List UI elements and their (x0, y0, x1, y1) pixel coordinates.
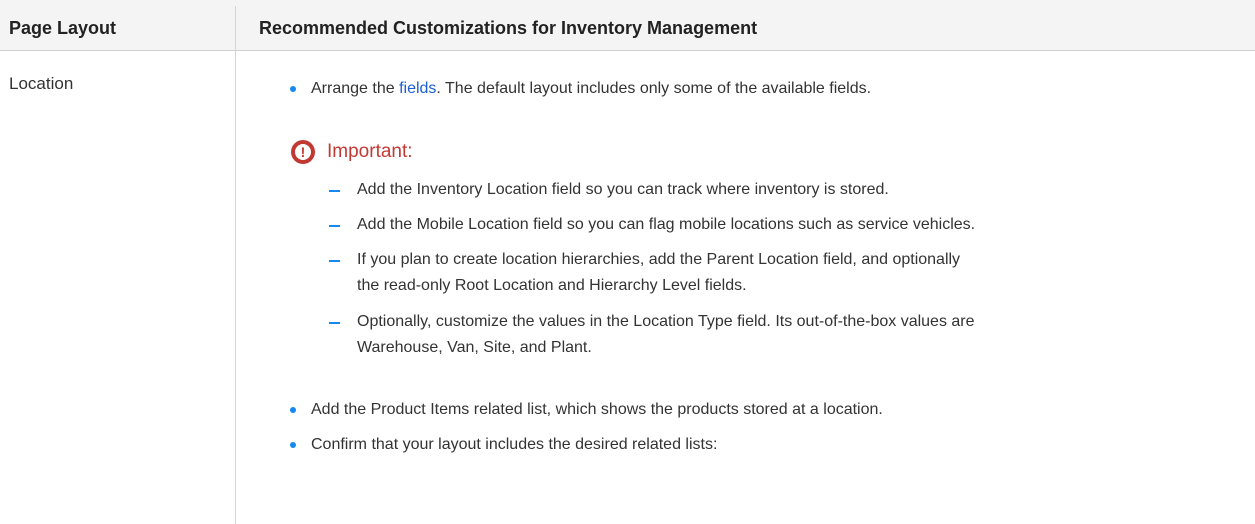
important-item: Optionally, customize the values in the … (357, 313, 975, 330)
page-layout-cell: Location (9, 74, 74, 93)
important-item-continued: the read-only Root Location and Hierarch… (357, 277, 747, 294)
fields-link[interactable]: fields (399, 80, 436, 97)
important-item: Add the Inventory Location field so you … (357, 181, 889, 198)
column-divider (235, 6, 236, 524)
important-item-continued: Warehouse, Van, Site, and Plant. (357, 339, 592, 356)
bullet-text-suffix: . The default layout includes only some … (436, 80, 872, 97)
bullet-text-arrange-fields: Arrange the fields. The default layout i… (311, 78, 871, 100)
bullet-text-related-lists: Confirm that your layout includes the de… (311, 436, 718, 453)
column-header-recommended-customizations: Recommended Customizations for Inventory… (259, 18, 758, 38)
bullet (290, 442, 296, 448)
bullet (290, 407, 296, 413)
dash-marker (329, 322, 340, 324)
bullet-text-product-items: Add the Product Items related list, whic… (311, 401, 883, 418)
important-item: Add the Mobile Location field so you can… (357, 216, 976, 233)
dash-marker (329, 260, 340, 262)
dash-marker (329, 190, 340, 192)
bullet (290, 86, 296, 92)
column-header-page-layout: Page Layout (9, 18, 117, 38)
bullet-text-prefix: Arrange the (311, 80, 400, 97)
important-label: Important: (327, 141, 413, 162)
important-item: If you plan to create location hierarchi… (357, 251, 961, 268)
dash-marker (329, 225, 340, 227)
exclamation-circle-icon: ! (291, 140, 315, 164)
